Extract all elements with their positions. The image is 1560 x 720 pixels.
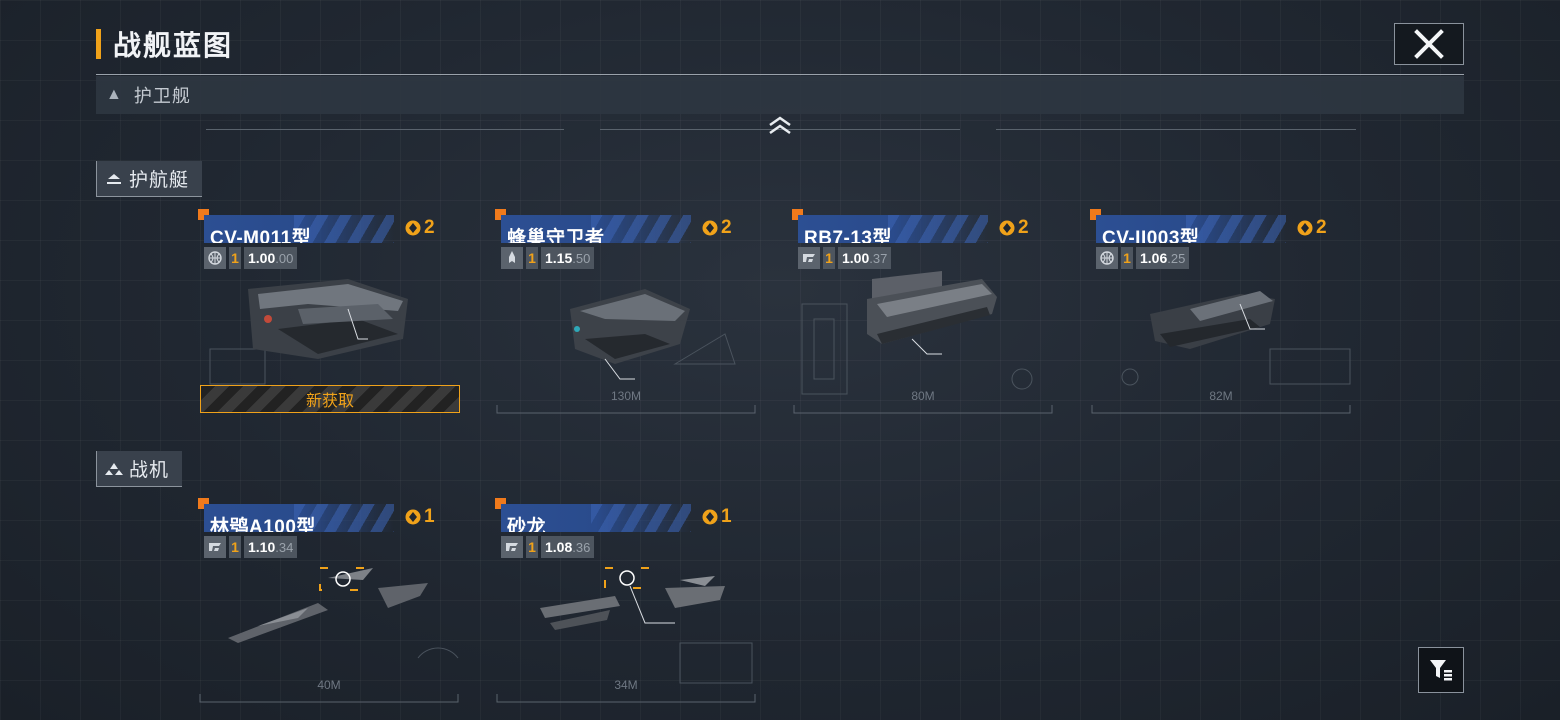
blueprint-scale-line [199, 694, 459, 703]
blueprint-card[interactable]: RB7-13型 2 1 1.00.37 80M [792, 209, 1054, 421]
blueprint-count: 2 [1296, 217, 1327, 239]
blueprint-count: 2 [404, 217, 435, 239]
close-button[interactable] [1394, 23, 1464, 65]
blueprint-card[interactable]: 林鸮A100型 1 1 1.10.34 40M [198, 498, 460, 710]
blueprint-count: 1 [404, 506, 435, 528]
ship-size-label: 40M [317, 678, 341, 692]
page-title: 战舰蓝图 [113, 30, 234, 61]
card-count: 2 [1316, 217, 1327, 238]
card-name-banner: CV-II003型 [1096, 215, 1286, 243]
title-divider [96, 74, 1464, 75]
blueprint-scale-line [496, 694, 756, 703]
card-name: 蜂巢守卫者 [507, 228, 605, 243]
card-count: 1 [721, 506, 732, 527]
category-header-frigate[interactable]: ▲ 护卫舰 [96, 76, 1464, 114]
card-name-banner: CV-M011型 [204, 215, 394, 243]
card-count: 2 [424, 217, 435, 238]
section-label: 护航艇 [129, 170, 190, 191]
fighter-class-icon [105, 462, 123, 475]
blueprint-card[interactable]: 蜂巢守卫者 2 1 1.15.50 130M [495, 209, 757, 421]
ship-size-label: 80M [911, 389, 935, 403]
blueprint-icon [405, 220, 421, 236]
blueprint-count: 2 [701, 217, 732, 239]
ship-size-label: 34M [614, 678, 638, 692]
card-name: RB7-13型 [804, 228, 892, 243]
card-name: 砂龙 [507, 517, 547, 532]
card-name-banner: RB7-13型 [798, 215, 988, 243]
section-label: 战机 [129, 460, 170, 481]
section-tag-fighter[interactable]: 战机 [96, 451, 182, 487]
card-count: 2 [1018, 217, 1029, 238]
card-name: 林鸮A100型 [210, 517, 316, 532]
blueprint-scale-line [793, 405, 1053, 414]
filter-icon [1430, 660, 1452, 681]
title-accent [96, 29, 101, 59]
blueprint-icon [702, 220, 718, 236]
card-name-banner: 林鸮A100型 [204, 504, 394, 532]
blueprint-icon [1297, 220, 1313, 236]
ship-model-image [570, 289, 736, 380]
blueprint-ruler [206, 118, 564, 130]
triangle-up-icon: ▲ [106, 86, 122, 103]
blueprint-card[interactable]: 砂龙 1 1 1.08.36 34M [495, 498, 757, 710]
blueprint-icon [702, 509, 718, 525]
ship-size-label: 130M [610, 389, 642, 403]
card-name-banner: 砂龙 [501, 504, 691, 532]
title-bar: 战舰蓝图 [96, 26, 233, 62]
escort-class-icon [107, 173, 121, 184]
blueprint-count: 1 [701, 506, 732, 528]
filter-button[interactable] [1418, 647, 1464, 693]
blueprint-scale-line [496, 405, 756, 414]
blueprint-screen: 战舰蓝图 ▲ 护卫舰 护航艇 CV-M011型 2 1 1.00.00 新获取 … [0, 0, 1560, 720]
close-icon [1414, 29, 1444, 59]
card-count: 1 [424, 506, 435, 527]
category-label: 护卫舰 [133, 86, 191, 106]
ship-model-image [1121, 291, 1351, 386]
new-badge-label: 新获取 [305, 393, 354, 410]
ship-model-image [801, 271, 1033, 395]
section-tag-escort[interactable]: 护航艇 [96, 161, 202, 197]
ship-model-image [540, 567, 753, 684]
blueprint-scale-line [1091, 405, 1351, 414]
blueprint-card[interactable]: CV-II003型 2 1 1.06.25 82M [1090, 209, 1352, 421]
blueprint-icon [999, 220, 1015, 236]
card-count: 2 [721, 217, 732, 238]
blueprint-count: 2 [998, 217, 1029, 239]
card-name-banner: 蜂巢守卫者 [501, 215, 691, 243]
card-name: CV-II003型 [1102, 228, 1200, 243]
blueprint-icon [405, 509, 421, 525]
ship-size-label: 82M [1209, 389, 1233, 403]
card-name: CV-M011型 [210, 228, 312, 243]
blueprint-card[interactable]: CV-M011型 2 1 1.00.00 新获取 [198, 209, 460, 421]
blueprint-ruler [996, 118, 1356, 130]
chevron-up-icon[interactable] [766, 115, 794, 137]
new-acquired-badge: 新获取 [200, 385, 460, 413]
ship-model-image [228, 567, 459, 659]
